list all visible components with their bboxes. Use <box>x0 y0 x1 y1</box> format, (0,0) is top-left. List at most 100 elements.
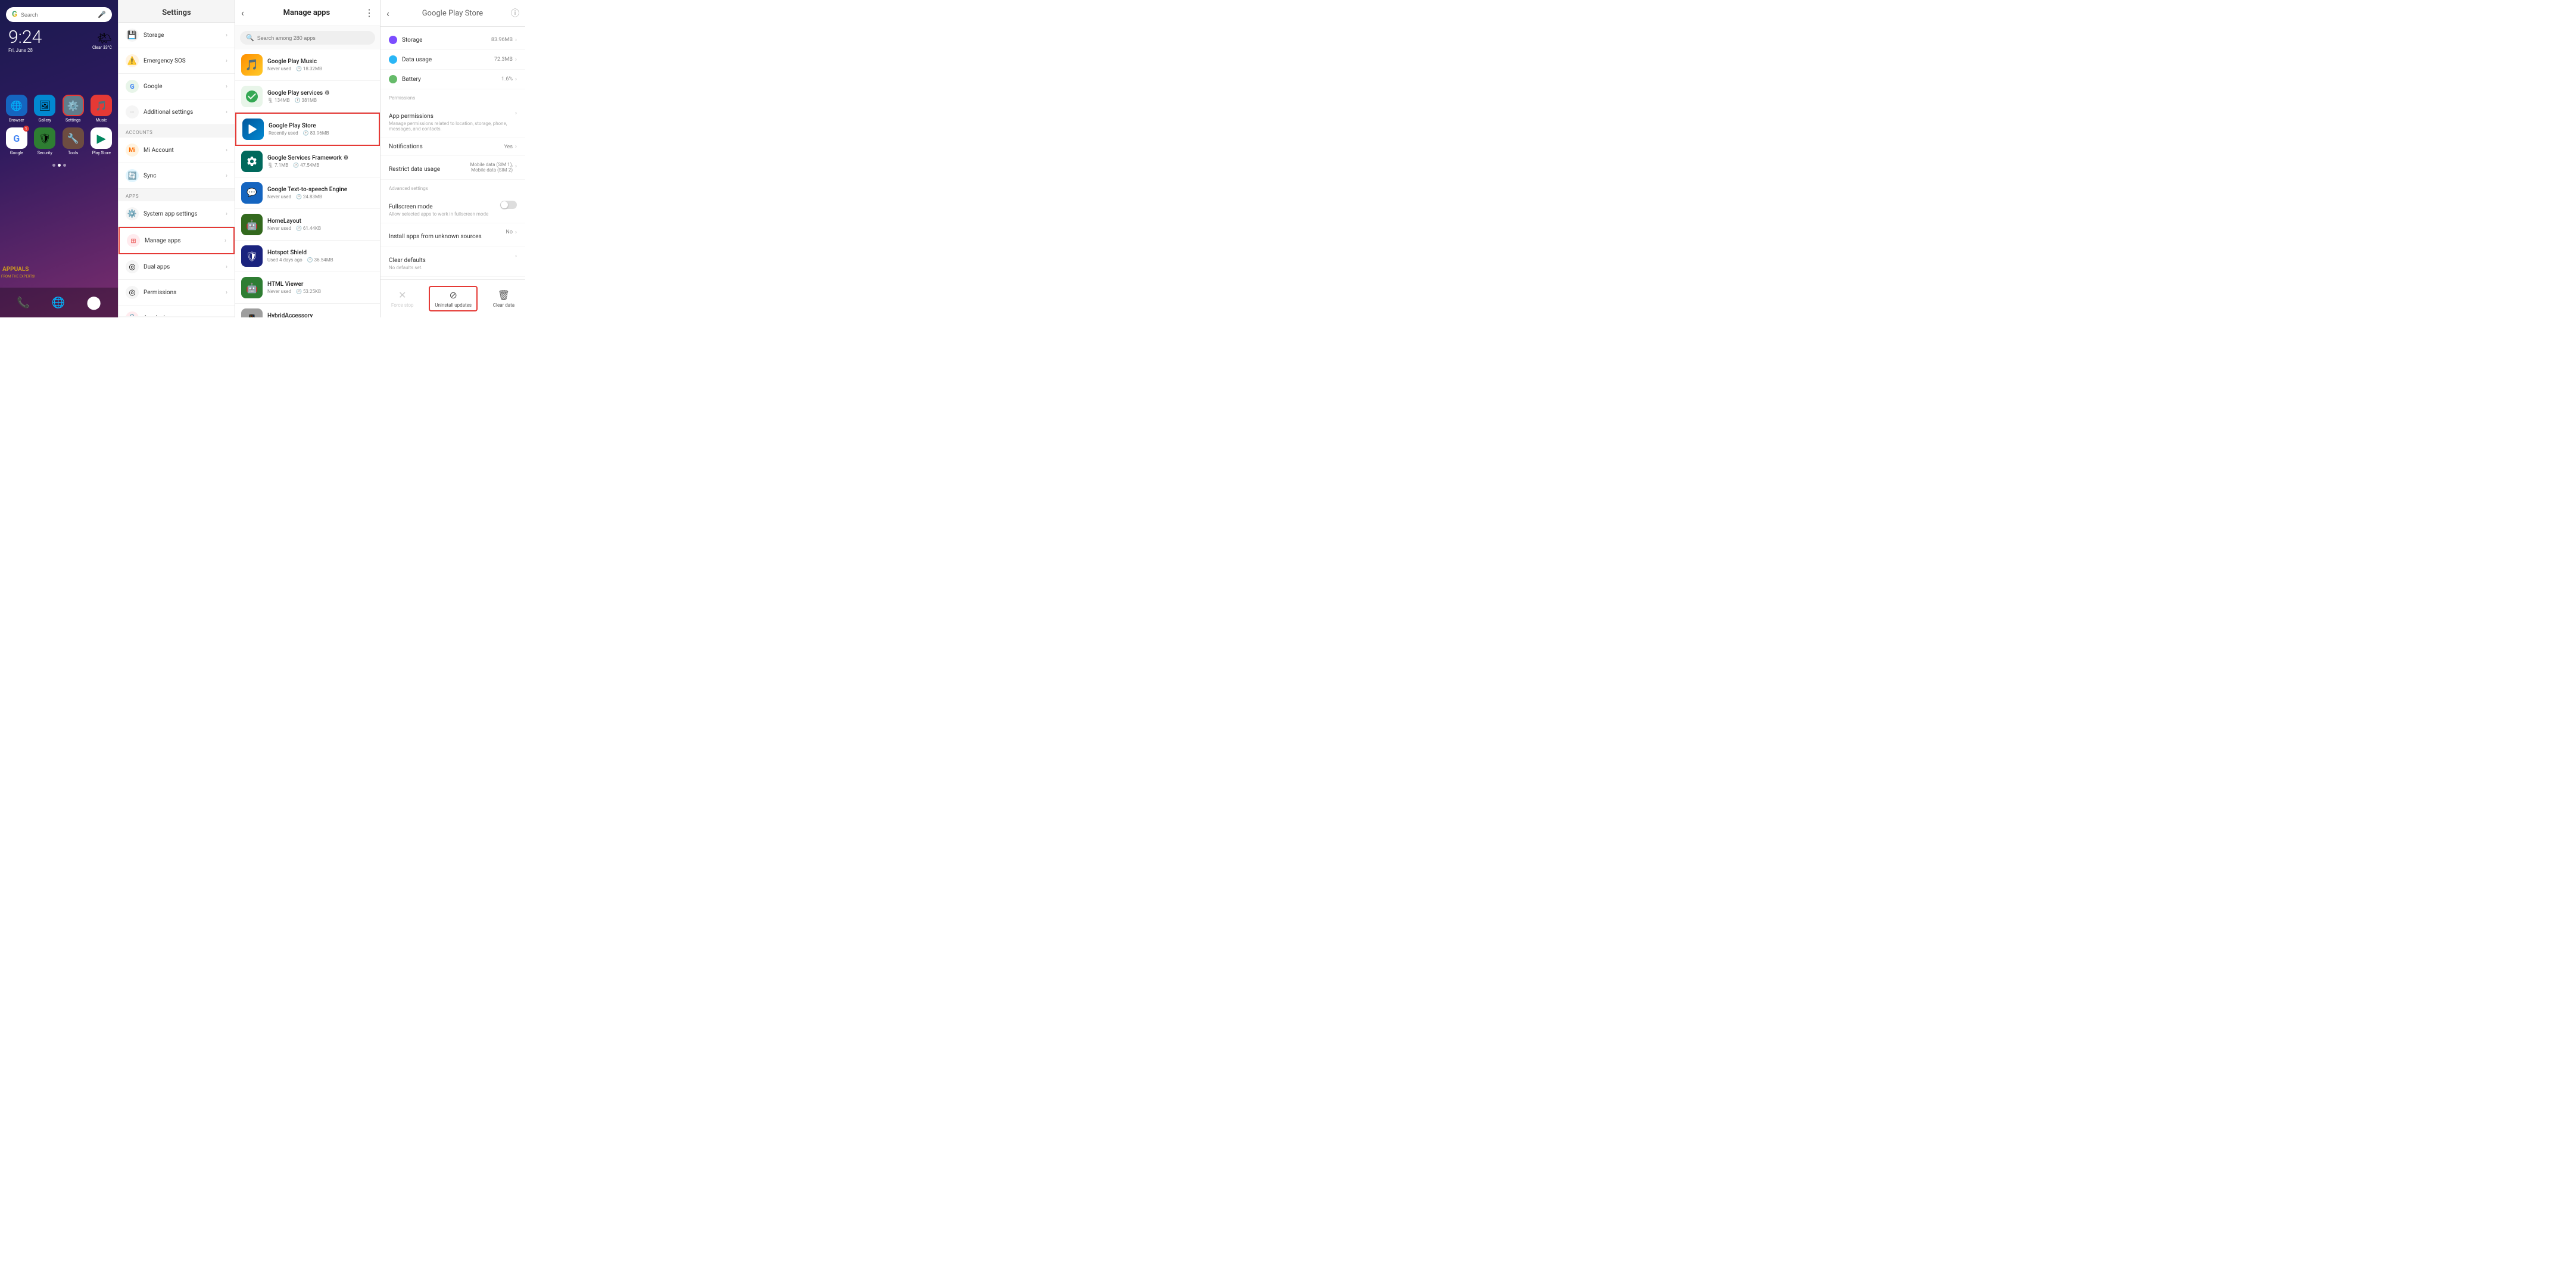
app-gallery[interactable]: 🖼 Gallery <box>33 95 57 123</box>
system-app-icon: ⚙️ <box>126 207 139 220</box>
mic-icon[interactable]: 🎤 <box>98 11 106 18</box>
app-item-hotspot[interactable]: 🛡 Hotspot Shield Used 4 days ago 🕐 36.54… <box>235 241 380 272</box>
watermark: APPUALS FROM THE EXPERTS! <box>1 261 49 286</box>
info-icon[interactable]: ⓘ <box>511 7 519 19</box>
music-icon: 🎵 <box>91 95 112 116</box>
play-music-name: Google Play Music <box>267 58 374 65</box>
services-framework-cache: 🗜 7.1MB <box>267 163 288 168</box>
settings-item-permissions[interactable]: ◎ Permissions › <box>118 280 235 305</box>
app-music[interactable]: 🎵 Music <box>90 95 114 123</box>
app-item-html-viewer[interactable]: 🤖 HTML Viewer Never used 🕐 53.25KB <box>235 272 380 304</box>
app-item-home-layout[interactable]: 🤖 HomeLayout Never used 🕐 61.44KB <box>235 209 380 241</box>
detail-battery[interactable]: Battery 1.6% › <box>381 70 525 89</box>
fullscreen-toggle[interactable] <box>500 201 517 209</box>
settings-item-sync[interactable]: 🔄 Sync › <box>118 163 235 189</box>
settings-item-mi-account[interactable]: Mi Mi Account › <box>118 138 235 163</box>
app-item-tts[interactable]: 💬 Google Text-to-speech Engine Never use… <box>235 177 380 209</box>
detail-fullscreen[interactable]: Fullscreen mode Allow selected apps to w… <box>381 194 525 223</box>
google-logo-icon: G <box>12 10 17 19</box>
app-item-play-store[interactable]: Google Play Store Recently used 🕐 83.96M… <box>235 113 380 146</box>
dot-3 <box>63 164 66 167</box>
html-viewer-meta: Never used 🕐 53.25KB <box>267 289 374 294</box>
restrict-data-value: Mobile data (SIM 1), <box>470 162 513 167</box>
play-services-name: Google Play services ⚙ <box>267 90 374 96</box>
data-usage-dot-icon <box>389 55 397 64</box>
dual-apps-label: Dual apps <box>144 264 226 270</box>
hybrid-name: HybridAccessory <box>267 313 374 317</box>
detail-restrict-data[interactable]: Restrict data usage Mobile data (SIM 1),… <box>381 156 525 180</box>
settings-item-app-lock[interactable]: 🔒 App lock › <box>118 305 235 316</box>
home-layout-meta: Never used 🕐 61.44KB <box>267 226 374 231</box>
settings-item-emergency-sos[interactable]: ⚠️ Emergency SOS › <box>118 48 235 74</box>
browser-icon: 🌐 <box>6 95 27 116</box>
app-item-services-framework[interactable]: Google Services Framework ⚙ 🗜 7.1MB 🕐 47… <box>235 146 380 177</box>
search-icon: 🔍 <box>246 34 254 42</box>
app-item-hybrid[interactable]: 📱 HybridAccessory Never used 🕐 53.25KB <box>235 304 380 317</box>
app-lock-label: App lock <box>144 315 226 317</box>
google-settings-label: Google <box>144 83 226 90</box>
permissions-label: Permissions <box>144 289 226 296</box>
settings-item-manage-apps[interactable]: ⊞ Manage apps › <box>118 227 235 254</box>
back-button[interactable]: ‹ <box>241 7 244 18</box>
settings-item-dual-apps[interactable]: ◎ Dual apps › <box>118 254 235 280</box>
settings-item-additional[interactable]: ··· Additional settings › <box>118 99 235 125</box>
install-unknown-value: No <box>506 229 513 235</box>
app-item-play-music[interactable]: 🎵 Google Play Music Never used 🕐 18.32MB <box>235 49 380 81</box>
detail-data-usage[interactable]: Data usage 72.3MB › <box>381 50 525 70</box>
force-stop-action[interactable]: ✕ Force stop <box>391 289 414 308</box>
clear-defaults-sub: No defaults set. <box>389 265 515 270</box>
restrict-data-value2: Mobile data (SIM 2) <box>470 167 513 173</box>
weather-widget: 🌤 Clear 33°C <box>92 31 112 50</box>
uninstall-updates-icon: ⊘ <box>449 289 457 301</box>
hotspot-icon: 🛡 <box>241 245 263 267</box>
settings-item-google[interactable]: G Google › <box>118 74 235 99</box>
app-settings[interactable]: ⚙️ Settings <box>61 95 85 123</box>
settings-item-storage[interactable]: 💾 Storage › <box>118 23 235 48</box>
apps-section: APPS <box>118 189 235 201</box>
app-details-header: ‹ Google Play Store ⓘ <box>381 0 525 27</box>
camera-icon[interactable]: ⬤ <box>86 295 101 310</box>
app-play-store[interactable]: ▶ Play Store <box>90 127 114 155</box>
settings-list: 💾 Storage › ⚠️ Emergency SOS › G Google … <box>118 23 235 316</box>
clear-data-action[interactable]: 🗑 Clear data <box>493 289 514 308</box>
detail-install-unknown[interactable]: Install apps from unknown sources No › <box>381 223 525 247</box>
search-input[interactable] <box>257 35 369 41</box>
hotspot-name: Hotspot Shield <box>267 250 374 256</box>
html-viewer-icon: 🤖 <box>241 277 263 298</box>
tools-label: Tools <box>68 151 78 155</box>
app-tools[interactable]: 🔧 Tools <box>61 127 85 155</box>
emergency-sos-label: Emergency SOS <box>144 58 226 64</box>
settings-icon: ⚙️ <box>63 95 84 116</box>
html-viewer-name: HTML Viewer <box>267 281 374 288</box>
search-input[interactable] <box>21 12 94 18</box>
app-google[interactable]: G 1 Google <box>5 127 29 155</box>
google-search-bar[interactable]: G 🎤 <box>6 7 112 22</box>
clear-data-label: Clear data <box>493 303 514 308</box>
battery-label: Battery <box>402 76 501 83</box>
fullscreen-sub: Allow selected apps to work in fullscree… <box>389 211 500 217</box>
chrome-icon[interactable]: 🌐 <box>52 297 65 309</box>
force-stop-label: Force stop <box>391 303 414 308</box>
fullscreen-label: Fullscreen mode <box>389 204 433 210</box>
gallery-icon: 🖼 <box>34 95 55 116</box>
tts-status: Never used <box>267 194 291 199</box>
uninstall-updates-action[interactable]: ⊘ Uninstall updates <box>429 286 478 311</box>
app-item-play-services[interactable]: Google Play services ⚙ 🗜 134MB 🕐 381MB <box>235 81 380 113</box>
clear-defaults-label: Clear defaults <box>389 257 426 264</box>
app-permissions-sub: Manage permissions related to location, … <box>389 121 515 132</box>
more-options-button[interactable]: ⋮ <box>364 7 374 18</box>
settings-item-system-app[interactable]: ⚙️ System app settings › <box>118 201 235 227</box>
detail-app-permissions[interactable]: App permissions Manage permissions relat… <box>381 103 525 138</box>
phone-icon[interactable]: 📞 <box>17 297 30 309</box>
detail-notifications[interactable]: Notifications Yes › <box>381 138 525 156</box>
detail-clear-defaults[interactable]: Clear defaults No defaults set. › <box>381 247 525 277</box>
app-security[interactable]: 🛡 Security <box>33 127 57 155</box>
google-app-icon: G 1 <box>6 127 27 149</box>
app-details-panel: ‹ Google Play Store ⓘ Storage 83.96MB › … <box>380 0 525 317</box>
app-browser[interactable]: 🌐 Browser <box>5 95 29 123</box>
play-music-size: 🕐 18.32MB <box>296 66 322 71</box>
detail-storage[interactable]: Storage 83.96MB › <box>381 30 525 50</box>
details-back-button[interactable]: ‹ <box>386 8 389 19</box>
search-bar[interactable]: 🔍 <box>240 31 375 45</box>
play-services-size: 🕐 381MB <box>295 98 317 103</box>
